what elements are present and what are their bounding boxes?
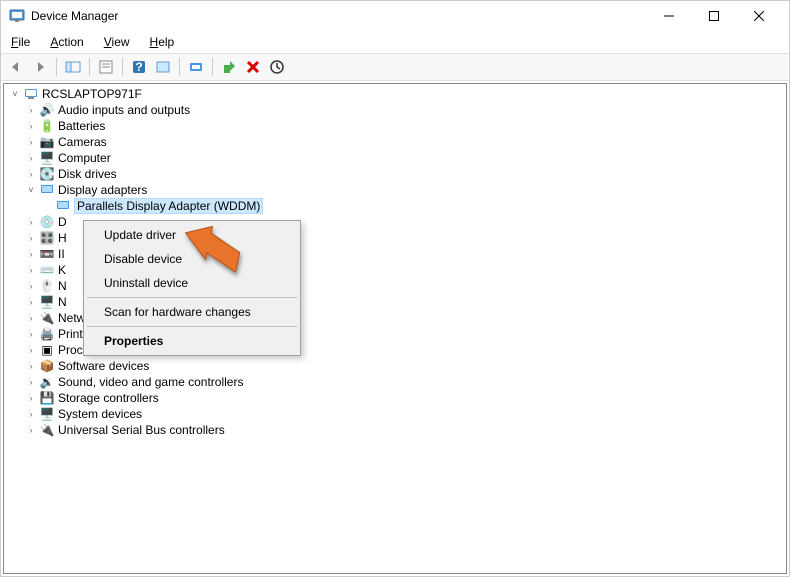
chevron-right-icon[interactable]: › xyxy=(24,119,38,133)
computer-icon: 🖥️ xyxy=(39,150,55,166)
menu-file[interactable]: File xyxy=(7,33,34,51)
camera-icon: 📷 xyxy=(39,134,55,150)
chevron-right-icon[interactable]: › xyxy=(24,423,38,437)
chevron-down-icon[interactable]: ˅ xyxy=(8,87,22,101)
close-button[interactable] xyxy=(736,1,781,31)
tree-item[interactable]: ›📦Software devices xyxy=(4,358,786,374)
cpu-icon: ▣ xyxy=(39,342,55,358)
toolbar-icon[interactable] xyxy=(152,56,174,78)
chevron-right-icon[interactable]: › xyxy=(24,343,38,357)
tree-item-selected[interactable]: Parallels Display Adapter (WDDM) xyxy=(4,198,786,214)
storage-icon: 💾 xyxy=(39,390,55,406)
ide-icon: 📼 xyxy=(39,246,55,262)
context-menu: Update driver Disable device Uninstall d… xyxy=(83,220,301,356)
properties-button[interactable] xyxy=(95,56,117,78)
computer-icon xyxy=(23,86,39,102)
chevron-right-icon[interactable]: › xyxy=(24,279,38,293)
tree-root-label: RCSLAPTOP971F xyxy=(42,87,142,101)
chevron-right-icon[interactable]: › xyxy=(24,311,38,325)
tree-item[interactable]: ›📷Cameras xyxy=(4,134,786,150)
scan-hardware-button[interactable] xyxy=(266,56,288,78)
monitor-icon: 🖥️ xyxy=(39,294,55,310)
mouse-icon: 🖱️ xyxy=(39,278,55,294)
tree-item-display-adapters[interactable]: ˅Display adapters xyxy=(4,182,786,198)
enable-button[interactable] xyxy=(218,56,240,78)
app-icon xyxy=(9,8,25,24)
chevron-right-icon[interactable]: › xyxy=(24,135,38,149)
ctx-disable-device[interactable]: Disable device xyxy=(86,247,298,271)
chevron-right-icon[interactable]: › xyxy=(24,167,38,181)
menu-help[interactable]: Help xyxy=(146,33,179,51)
chevron-right-icon[interactable]: › xyxy=(24,295,38,309)
software-icon: 📦 xyxy=(39,358,55,374)
usb-icon: 🔌 xyxy=(39,422,55,438)
tree-item[interactable]: ›💽Disk drives xyxy=(4,166,786,182)
ctx-scan-hardware[interactable]: Scan for hardware changes xyxy=(86,300,298,324)
ctx-properties[interactable]: Properties xyxy=(86,329,298,353)
tree-item[interactable]: ›💾Storage controllers xyxy=(4,390,786,406)
drive-icon: 💿 xyxy=(39,214,55,230)
minimize-button[interactable] xyxy=(646,1,691,31)
ctx-uninstall-device[interactable]: Uninstall device xyxy=(86,271,298,295)
titlebar: Device Manager xyxy=(1,1,789,31)
audio-icon: 🔊 xyxy=(39,102,55,118)
window-controls xyxy=(646,1,781,31)
chevron-right-icon[interactable]: › xyxy=(24,375,38,389)
ctx-separator xyxy=(87,297,297,298)
tree-item[interactable]: ›🔉Sound, video and game controllers xyxy=(4,374,786,390)
chevron-right-icon[interactable]: › xyxy=(24,327,38,341)
chevron-down-icon[interactable]: ˅ xyxy=(24,183,38,197)
chevron-right-icon[interactable]: › xyxy=(24,359,38,373)
chevron-right-icon[interactable]: › xyxy=(24,391,38,405)
tree-item[interactable]: ›🔋Batteries xyxy=(4,118,786,134)
chevron-right-icon[interactable]: › xyxy=(24,407,38,421)
chevron-right-icon[interactable]: › xyxy=(24,215,38,229)
tree-item[interactable]: ›🔌Universal Serial Bus controllers xyxy=(4,422,786,438)
update-driver-button[interactable] xyxy=(185,56,207,78)
chevron-right-icon[interactable]: › xyxy=(24,247,38,261)
system-icon: 🖥️ xyxy=(39,406,55,422)
uninstall-button[interactable] xyxy=(242,56,264,78)
hid-icon: 🎛️ xyxy=(39,230,55,246)
tree-item[interactable]: ›🖥️System devices xyxy=(4,406,786,422)
keyboard-icon: ⌨️ xyxy=(39,262,55,278)
printer-icon: 🖨️ xyxy=(39,326,55,342)
forward-button[interactable] xyxy=(29,56,51,78)
chevron-right-icon[interactable]: › xyxy=(24,151,38,165)
toolbar: ? xyxy=(1,53,789,81)
ctx-separator xyxy=(87,326,297,327)
chevron-right-icon[interactable]: › xyxy=(24,103,38,117)
network-icon: 🔌 xyxy=(39,310,55,326)
display-icon xyxy=(39,182,55,198)
back-button[interactable] xyxy=(5,56,27,78)
maximize-button[interactable] xyxy=(691,1,736,31)
menubar: File Action View Help xyxy=(1,31,789,53)
battery-icon: 🔋 xyxy=(39,118,55,134)
chevron-right-icon[interactable]: › xyxy=(24,263,38,277)
help-button[interactable]: ? xyxy=(128,56,150,78)
window-title: Device Manager xyxy=(31,9,118,23)
svg-text:?: ? xyxy=(135,60,142,74)
sound-icon: 🔉 xyxy=(39,374,55,390)
tree-root[interactable]: ˅ RCSLAPTOP971F xyxy=(4,86,786,102)
menu-action[interactable]: Action xyxy=(46,33,87,51)
ctx-update-driver[interactable]: Update driver xyxy=(86,223,298,247)
display-icon xyxy=(55,198,71,214)
menu-view[interactable]: View xyxy=(100,33,134,51)
disk-icon: 💽 xyxy=(39,166,55,182)
show-hide-tree-button[interactable] xyxy=(62,56,84,78)
chevron-right-icon[interactable]: › xyxy=(24,231,38,245)
tree-item[interactable]: ›🖥️Computer xyxy=(4,150,786,166)
tree-item[interactable]: ›🔊Audio inputs and outputs xyxy=(4,102,786,118)
